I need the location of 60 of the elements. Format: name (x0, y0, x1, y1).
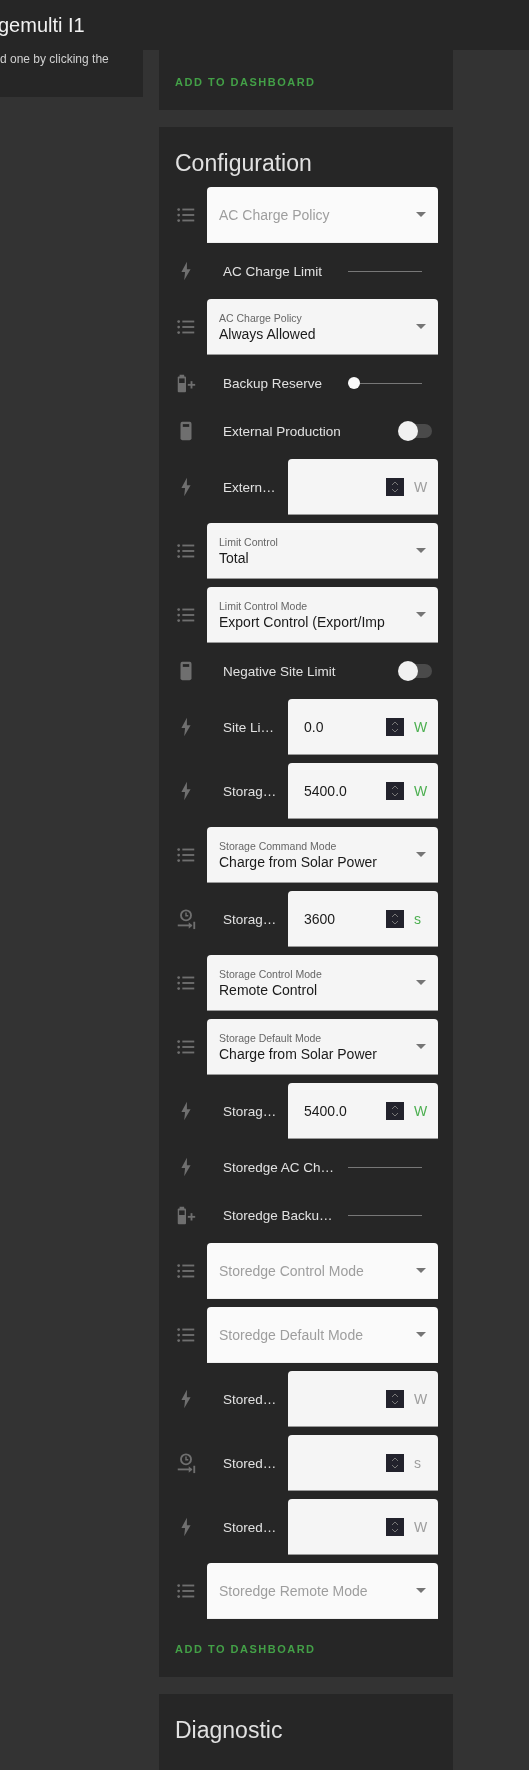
caret-icon (416, 612, 426, 617)
timer-icon (175, 908, 197, 930)
setting-label: Negative Site Limit (223, 663, 337, 679)
select-field[interactable]: AC Charge Policy Always Allowed (207, 299, 438, 355)
caret-icon (416, 212, 426, 217)
slider-thumb[interactable] (348, 377, 360, 389)
setting-label: Site Li… (223, 719, 276, 735)
setting-label: Storag… (223, 783, 278, 799)
section-title: Diagnostic (175, 1716, 284, 1745)
caret-icon (416, 1268, 426, 1273)
setting-label: AC Charge Limit (223, 263, 324, 279)
battery-plus-icon (175, 372, 197, 394)
unit-label: W (414, 1390, 426, 1407)
caret-icon (416, 1588, 426, 1593)
unit-label: W (414, 1518, 426, 1535)
setting-label: Extern… (223, 479, 277, 495)
battery-plus-icon (175, 1204, 197, 1226)
setting-label: Storedge Backu… (223, 1207, 334, 1223)
number-field[interactable]: 0.0 W (288, 699, 438, 755)
setting-label: Backup Reserve (223, 375, 324, 391)
setting-label: Stored… (223, 1455, 278, 1471)
spinner-icon[interactable] (386, 1101, 404, 1120)
caret-icon (416, 852, 426, 857)
add-to-dashboard-button[interactable]: ADD TO DASHBOARD (169, 1637, 322, 1661)
timer-icon (175, 1452, 197, 1474)
number-field[interactable]: 3600 s (288, 891, 438, 947)
unit-label: s (414, 1454, 422, 1471)
number-field[interactable]: 5400.0 W (288, 763, 438, 819)
spinner-icon[interactable] (386, 1389, 404, 1408)
caret-icon (416, 980, 426, 985)
select-field[interactable]: Limit Control Total (207, 523, 438, 579)
select-field[interactable]: Storage Command Mode Charge from Solar Power (207, 827, 438, 883)
add-to-dashboard-button[interactable]: ADD TO DASHBOARD (169, 70, 322, 94)
unit-label: W (414, 478, 426, 495)
select-field[interactable]: Storage Default Mode Charge from Solar Power (207, 1019, 438, 1075)
spinner-icon[interactable] (386, 477, 404, 496)
setting-label: External Production (223, 423, 342, 439)
card-text: d one by clicking the (0, 51, 110, 66)
unit-label: s (414, 910, 422, 927)
section-title: Configuration (175, 149, 313, 178)
unit-label: W (414, 782, 426, 799)
caret-icon (416, 1044, 426, 1049)
select-field[interactable]: Limit Control Mode Export Control (Export/Imp (207, 587, 438, 643)
caret-icon (416, 1332, 426, 1337)
setting-label: Stored… (223, 1519, 278, 1535)
spinner-icon[interactable] (386, 781, 404, 800)
number-field[interactable]: 5400.0 W (288, 1083, 438, 1139)
select-field[interactable]: Storage Control Mode Remote Control (207, 955, 438, 1011)
caret-icon (416, 324, 426, 329)
setting-label: Storedge AC Ch… (223, 1159, 336, 1175)
setting-label: Storag… (223, 911, 278, 927)
spinner-icon[interactable] (386, 1453, 404, 1472)
caret-icon (416, 548, 426, 553)
setting-label: Storag… (223, 1103, 278, 1119)
spinner-icon[interactable] (386, 909, 404, 928)
unit-label: W (414, 1102, 426, 1119)
setting-label: Stored… (223, 1391, 278, 1407)
spinner-icon[interactable] (386, 1517, 404, 1536)
unit-label: W (414, 718, 426, 735)
spinner-icon[interactable] (386, 717, 404, 736)
